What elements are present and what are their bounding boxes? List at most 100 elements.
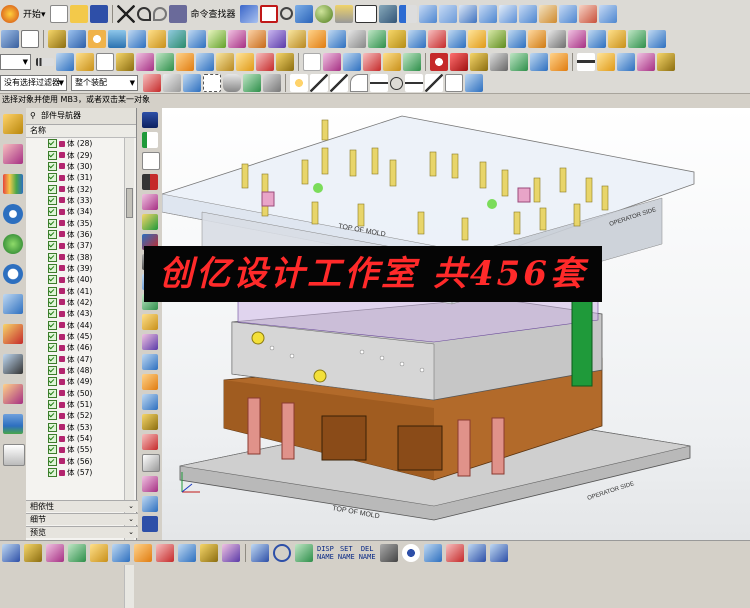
groove-icon[interactable] bbox=[188, 30, 206, 48]
surface-e-icon[interactable] bbox=[498, 4, 517, 23]
tree-node-body[interactable]: 体 (47) bbox=[26, 354, 122, 365]
gate-icon[interactable] bbox=[142, 354, 158, 370]
visibility-checkbox[interactable] bbox=[48, 422, 57, 432]
color-palette-icon[interactable] bbox=[597, 53, 615, 71]
history-icon[interactable] bbox=[3, 264, 23, 284]
mold-csys-icon[interactable] bbox=[142, 132, 158, 148]
delete-face-icon[interactable] bbox=[568, 30, 586, 48]
snap-endpoint-icon[interactable] bbox=[303, 53, 321, 71]
undo-icon[interactable] bbox=[136, 6, 151, 21]
edges-icon[interactable] bbox=[657, 53, 675, 71]
bottom-tool-14-icon[interactable] bbox=[379, 544, 398, 562]
bottom-tool-16-icon[interactable] bbox=[445, 544, 464, 562]
tools-icon[interactable] bbox=[490, 53, 508, 71]
ruler-icon[interactable] bbox=[36, 58, 54, 66]
name-column-header[interactable]: 名称 bbox=[26, 125, 136, 138]
trim-body-icon[interactable] bbox=[288, 30, 306, 48]
visibility-checkbox[interactable] bbox=[48, 263, 57, 273]
web-browser-icon[interactable] bbox=[3, 234, 23, 254]
zoom-icon[interactable] bbox=[279, 7, 293, 20]
tree-node-body[interactable]: 体 (57) bbox=[26, 467, 122, 478]
pin-icon[interactable]: ⚲ bbox=[30, 111, 36, 120]
visibility-checkbox[interactable] bbox=[48, 195, 57, 205]
bottom-tool-13-icon[interactable] bbox=[295, 544, 313, 562]
visibility-checkbox[interactable] bbox=[48, 275, 57, 285]
part-navigator-icon[interactable] bbox=[3, 174, 23, 194]
bottom-tool-12-icon[interactable] bbox=[251, 544, 269, 562]
visibility-checkbox[interactable] bbox=[48, 218, 57, 228]
electrode-icon[interactable] bbox=[142, 414, 158, 430]
unite-icon[interactable] bbox=[228, 30, 246, 48]
bill-of-materials-icon[interactable] bbox=[142, 476, 158, 492]
analysis-icon[interactable] bbox=[550, 53, 568, 71]
manufacturing-wizard-icon[interactable] bbox=[3, 354, 23, 374]
fit-view-icon[interactable] bbox=[259, 4, 278, 23]
sub-insert-icon[interactable] bbox=[142, 334, 158, 350]
component-icon[interactable] bbox=[156, 53, 174, 71]
arrow-right-icon[interactable] bbox=[489, 544, 508, 562]
draft-icon[interactable] bbox=[368, 30, 386, 48]
trim-mold-icon[interactable] bbox=[142, 434, 158, 450]
visibility-checkbox[interactable] bbox=[48, 411, 57, 421]
command-finder-icon[interactable] bbox=[168, 4, 187, 23]
expression-icon[interactable] bbox=[510, 53, 528, 71]
crosshair-icon[interactable] bbox=[163, 74, 181, 92]
visibility-checkbox[interactable] bbox=[48, 468, 57, 478]
hole-icon[interactable] bbox=[88, 30, 106, 48]
reuse-library-icon[interactable] bbox=[3, 204, 23, 224]
visibility-checkbox[interactable] bbox=[48, 286, 57, 296]
new-file-icon[interactable] bbox=[49, 4, 68, 23]
tree-node-body[interactable]: 体 (49) bbox=[26, 376, 122, 387]
select-arrow-icon[interactable] bbox=[263, 74, 281, 92]
sew-icon[interactable] bbox=[408, 30, 426, 48]
sketch-icon[interactable] bbox=[1, 30, 19, 48]
tree-node-body[interactable]: 体 (54) bbox=[26, 433, 122, 444]
family-mold-icon[interactable] bbox=[142, 194, 158, 210]
tree-node-body[interactable]: 体 (45) bbox=[26, 331, 122, 342]
visibility-checkbox[interactable] bbox=[48, 388, 57, 398]
mold-letter-icon[interactable] bbox=[142, 516, 158, 532]
process-studio-icon[interactable] bbox=[3, 324, 23, 344]
visibility-checkbox[interactable] bbox=[48, 456, 57, 466]
chamfer-icon[interactable] bbox=[328, 30, 346, 48]
split-body-icon[interactable] bbox=[528, 30, 546, 48]
mold-assembly-model[interactable]: TOP OF MOLD OPERATOR SIDE TOP OF MOLD OP… bbox=[162, 108, 750, 540]
details-panel[interactable]: 细节 ⌄ bbox=[26, 513, 138, 525]
box-select-icon[interactable] bbox=[203, 74, 221, 92]
extrude-icon[interactable] bbox=[48, 30, 66, 48]
tree-node-body[interactable]: 体 (37) bbox=[26, 240, 122, 251]
system-materials-icon[interactable] bbox=[3, 294, 23, 314]
bottom-tool-2-icon[interactable] bbox=[24, 544, 42, 562]
runner-icon[interactable] bbox=[142, 374, 158, 390]
snap-arc-icon[interactable] bbox=[330, 74, 348, 92]
datum-plane-icon[interactable] bbox=[21, 30, 39, 48]
snap-cube-icon[interactable] bbox=[465, 74, 483, 92]
bottom-tool-15-icon[interactable] bbox=[423, 544, 442, 562]
snap-midpoint-icon[interactable] bbox=[323, 53, 341, 71]
blank-toggle-icon[interactable] bbox=[96, 53, 114, 71]
refresh-icon[interactable] bbox=[273, 544, 291, 562]
layer-icon[interactable] bbox=[56, 53, 74, 71]
line-style-icon[interactable] bbox=[577, 53, 595, 71]
bottom-tool-7-icon[interactable] bbox=[134, 544, 152, 562]
tree-node-body[interactable]: 体 (34) bbox=[26, 206, 122, 217]
tree-node-body[interactable]: 体 (39) bbox=[26, 263, 122, 274]
visibility-checkbox[interactable] bbox=[48, 445, 57, 455]
replace-comp-icon[interactable] bbox=[256, 53, 274, 71]
surface-a-icon[interactable] bbox=[418, 4, 437, 23]
cavity-layout-icon[interactable] bbox=[142, 174, 158, 190]
visibility-checkbox[interactable] bbox=[48, 320, 57, 330]
translucency-icon[interactable] bbox=[617, 53, 635, 71]
lightning-icon[interactable] bbox=[76, 53, 94, 71]
tree-node-body[interactable]: 体 (28) bbox=[26, 138, 122, 149]
select-all-icon[interactable] bbox=[470, 53, 488, 71]
snap-quadrant-icon[interactable] bbox=[363, 53, 381, 71]
tree-node-body[interactable]: 体 (44) bbox=[26, 320, 122, 331]
command-finder-button[interactable]: 命令查找器 bbox=[188, 7, 239, 20]
type-filter-dropdown[interactable]: 没有选择过滤器 bbox=[0, 75, 67, 91]
surface-g-icon[interactable] bbox=[538, 4, 557, 23]
tree-node-body[interactable]: 体 (29) bbox=[26, 149, 122, 160]
snap-pole-icon[interactable] bbox=[445, 74, 463, 92]
thicken-icon[interactable] bbox=[428, 30, 446, 48]
preview-panel[interactable]: 预览 ⌄ bbox=[26, 526, 138, 538]
